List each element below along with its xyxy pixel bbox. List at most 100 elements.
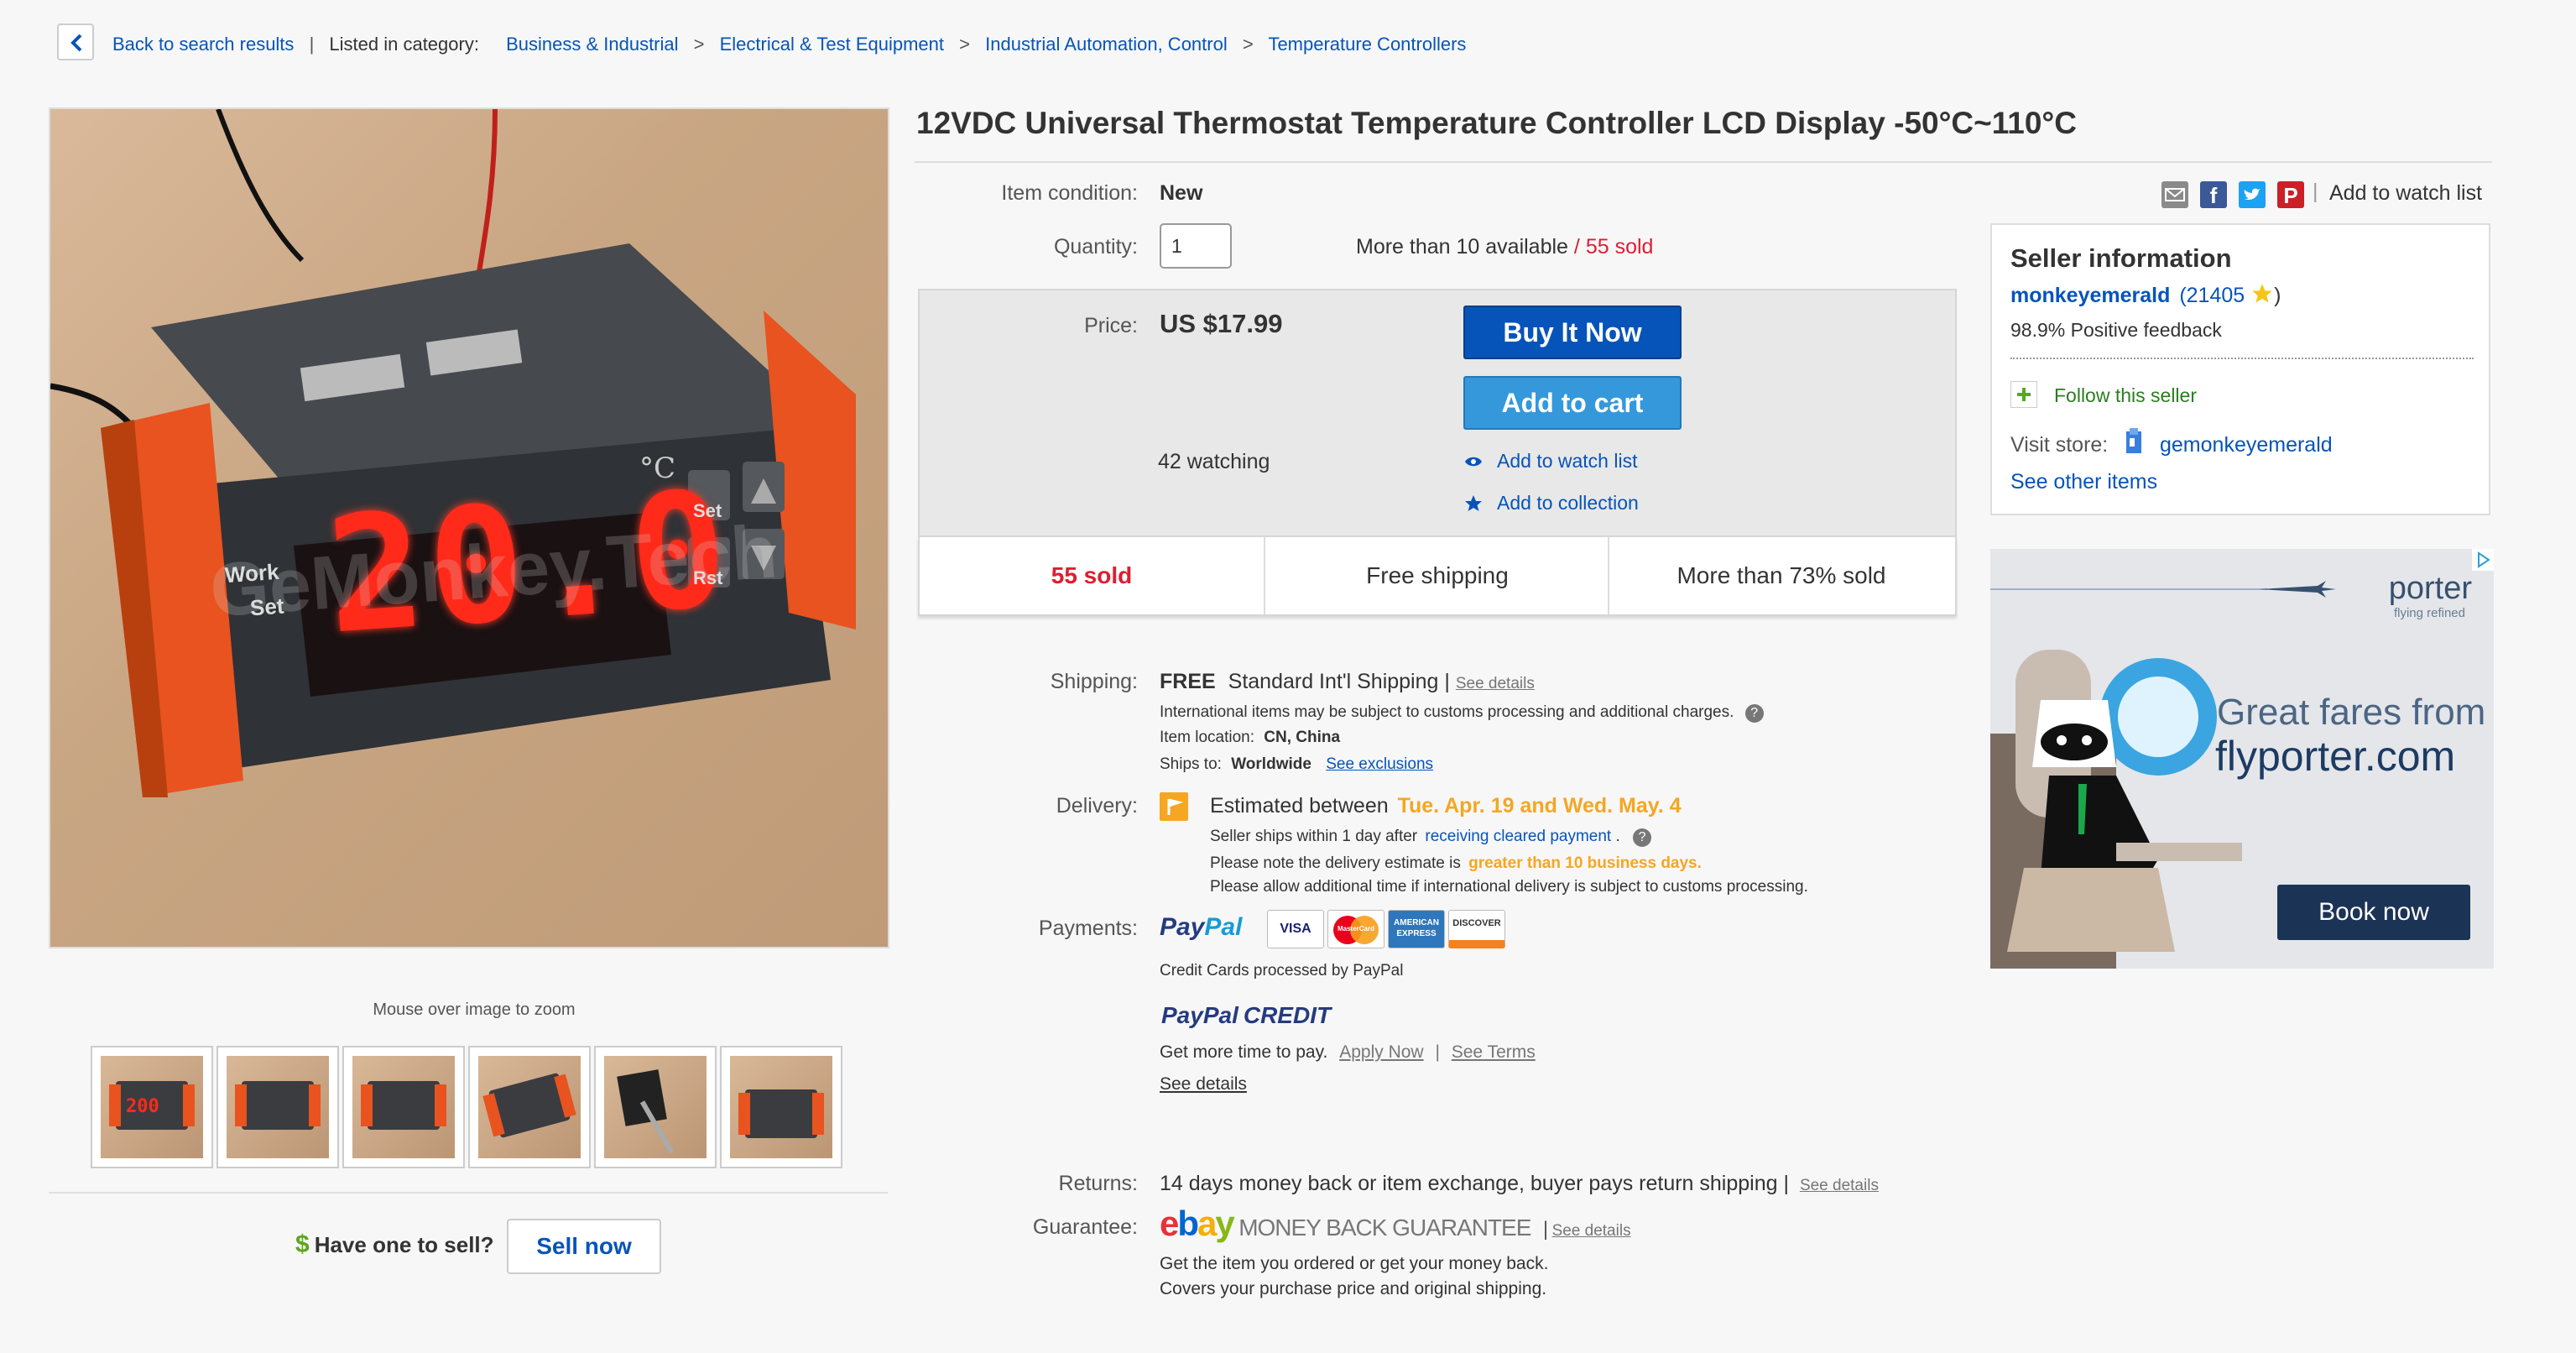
thumbnail[interactable] bbox=[216, 1046, 339, 1168]
see-exclusions-link[interactable]: See exclusions bbox=[1326, 755, 1433, 773]
item-title: 12VDC Universal Thermostat Temperature C… bbox=[916, 106, 2077, 140]
sold-slash: / bbox=[1573, 235, 1580, 259]
seller-score[interactable]: 21405 bbox=[2187, 284, 2245, 307]
see-other-items-link[interactable]: See other items bbox=[2010, 470, 2157, 494]
pinterest-icon[interactable]: P bbox=[2277, 181, 2304, 208]
advertisement[interactable]: porter flying refined Great fares from f… bbox=[1990, 549, 2494, 969]
back-to-search-link[interactable]: Back to search results bbox=[112, 34, 294, 55]
seller-score-close: ) bbox=[2274, 284, 2281, 307]
ad-info-icon[interactable] bbox=[2472, 549, 2494, 571]
visit-store-label: Visit store: bbox=[2010, 433, 2109, 457]
unit-label: °C bbox=[639, 452, 676, 485]
payments-see-details[interactable]: See details bbox=[1160, 1074, 1247, 1094]
thumb-lcd: 200 bbox=[126, 1096, 159, 1117]
positive-feedback: 98.9% Positive feedback bbox=[2010, 319, 2222, 341]
dollar-icon: $ bbox=[295, 1230, 310, 1258]
facebook-icon[interactable]: f bbox=[2200, 181, 2227, 208]
ad-headline-2: flyporter.com bbox=[2215, 733, 2456, 780]
breadcrumb-separator: > bbox=[959, 34, 970, 55]
seller-ships-text: Seller ships within 1 day after bbox=[1210, 828, 1418, 845]
ships-to: Ships to: Worldwide See exclusions bbox=[1160, 755, 1433, 774]
star-rating-icon bbox=[2252, 284, 2272, 303]
breadcrumb-divider: | bbox=[309, 34, 315, 55]
seller-information-panel: Seller information monkeyemerald (21405 … bbox=[1990, 223, 2490, 515]
breadcrumb-category[interactable]: Electrical & Test Equipment bbox=[720, 34, 944, 55]
plane-icon bbox=[1990, 581, 2336, 598]
breadcrumb-category[interactable]: Industrial Automation, Control bbox=[985, 34, 1228, 55]
store-link[interactable]: gemonkeyemerald bbox=[2160, 433, 2333, 457]
available-text: More than 10 available bbox=[1356, 235, 1568, 259]
seller-name-link[interactable]: monkeyemerald bbox=[2010, 284, 2170, 307]
thumbnail[interactable] bbox=[594, 1046, 717, 1168]
twitter-icon[interactable] bbox=[2239, 181, 2266, 208]
zoom-hint: Mouse over image to zoom bbox=[373, 1000, 576, 1019]
returns-divider: | bbox=[1783, 1172, 1789, 1195]
payments-label: Payments: bbox=[1038, 917, 1138, 940]
follow-seller-link[interactable]: Follow this seller bbox=[2054, 384, 2197, 407]
shipping-free: FREE bbox=[1160, 670, 1216, 693]
see-terms-link[interactable]: See Terms bbox=[1452, 1042, 1536, 1062]
price-value: US $17.99 bbox=[1160, 309, 1283, 338]
watching-count: 42 watching bbox=[1158, 450, 1270, 473]
estimated-label: Estimated between bbox=[1210, 794, 1389, 818]
quantity-label: Quantity: bbox=[1053, 235, 1138, 259]
buy-it-now-button[interactable]: Buy It Now bbox=[1463, 306, 1682, 359]
condition-label: Item condition: bbox=[1001, 181, 1138, 205]
paypal-credit-logo: PayPal CREDIT bbox=[1161, 1002, 1332, 1028]
returns-see-details[interactable]: See details bbox=[1800, 1177, 1879, 1194]
seller-ships-period: . bbox=[1615, 828, 1620, 845]
plus-icon[interactable] bbox=[2010, 381, 2037, 408]
money-back-guarantee: ebay MONEY BACK GUARANTEE | See details bbox=[1160, 1204, 1631, 1244]
sell-now-button[interactable]: Sell now bbox=[507, 1219, 661, 1274]
availability: More than 10 available / 55 sold bbox=[1356, 235, 1653, 259]
delivery-note-text: Please note the delivery estimate is bbox=[1210, 854, 1461, 872]
discover-icon: DISCOVER bbox=[1448, 910, 1505, 948]
apply-now-link[interactable]: Apply Now bbox=[1339, 1042, 1423, 1062]
breadcrumb-category[interactable]: Business & Industrial bbox=[506, 34, 678, 55]
seller-divider bbox=[2010, 358, 2474, 359]
thumbnail[interactable] bbox=[468, 1046, 591, 1168]
main-product-image[interactable]: 20.0 °C Work Set Set Rst GeMonkey.Tech bbox=[49, 107, 889, 948]
mastercard-icon: MasterCard bbox=[1327, 910, 1384, 948]
shipping-divider: | bbox=[1444, 670, 1450, 693]
thumbnail[interactable] bbox=[720, 1046, 842, 1168]
shipping-label: Shipping: bbox=[1050, 670, 1138, 693]
star-icon bbox=[1463, 494, 1484, 518]
gallery-divider bbox=[49, 1192, 888, 1194]
paypal-credit-row: Get more time to pay. Apply Now | See Te… bbox=[1160, 1042, 1536, 1063]
add-to-cart-button[interactable]: Add to cart bbox=[1463, 376, 1682, 430]
credit-divider: | bbox=[1435, 1042, 1440, 1062]
add-to-watch-list-link[interactable]: Add to watch list bbox=[2329, 181, 2482, 206]
delivery-dates: Tue. Apr. 19 and Wed. May. 4 bbox=[1397, 794, 1682, 818]
returns-label: Returns: bbox=[1058, 1172, 1138, 1195]
help-icon[interactable]: ? bbox=[1744, 704, 1764, 723]
ships-to-label: Ships to: bbox=[1160, 755, 1222, 773]
returns-text: 14 days money back or item exchange, buy… bbox=[1160, 1172, 1778, 1195]
cleared-payment-link[interactable]: receiving cleared payment bbox=[1425, 828, 1611, 845]
back-button[interactable] bbox=[57, 24, 94, 60]
quantity-input[interactable]: 1 bbox=[1160, 223, 1232, 269]
help-icon[interactable]: ? bbox=[1633, 828, 1652, 847]
paypal-logo: PayPal bbox=[1160, 913, 1243, 941]
sold-count[interactable]: 55 sold bbox=[1586, 235, 1654, 259]
returns-row: 14 days money back or item exchange, buy… bbox=[1160, 1172, 1879, 1196]
customs-note: International items may be subject to cu… bbox=[1160, 703, 1764, 723]
more-time-text: Get more time to pay. bbox=[1160, 1042, 1328, 1062]
amex-icon: AMERICAN EXPRESS bbox=[1388, 910, 1445, 948]
email-icon[interactable] bbox=[2161, 181, 2188, 208]
breadcrumb: Back to search results | Listed in categ… bbox=[112, 34, 1476, 55]
stat-shipping: Free shipping bbox=[1264, 537, 1609, 614]
delivery-flag-icon bbox=[1160, 792, 1188, 821]
eye-icon bbox=[1463, 452, 1484, 476]
guarantee-see-details[interactable]: See details bbox=[1552, 1222, 1631, 1240]
guarantee-label: Guarantee: bbox=[1032, 1215, 1138, 1239]
shipping-see-details[interactable]: See details bbox=[1456, 675, 1535, 692]
thumbnail[interactable] bbox=[342, 1046, 465, 1168]
breadcrumb-category[interactable]: Temperature Controllers bbox=[1268, 34, 1466, 55]
thumbnail[interactable]: 200 bbox=[91, 1046, 213, 1168]
book-now-button[interactable]: Book now bbox=[2277, 885, 2470, 940]
breadcrumb-separator: > bbox=[1242, 34, 1254, 55]
seller-heading: Seller information bbox=[2010, 243, 2232, 273]
breadcrumb-separator: > bbox=[693, 34, 705, 55]
stat-sold[interactable]: 55 sold bbox=[920, 537, 1264, 614]
